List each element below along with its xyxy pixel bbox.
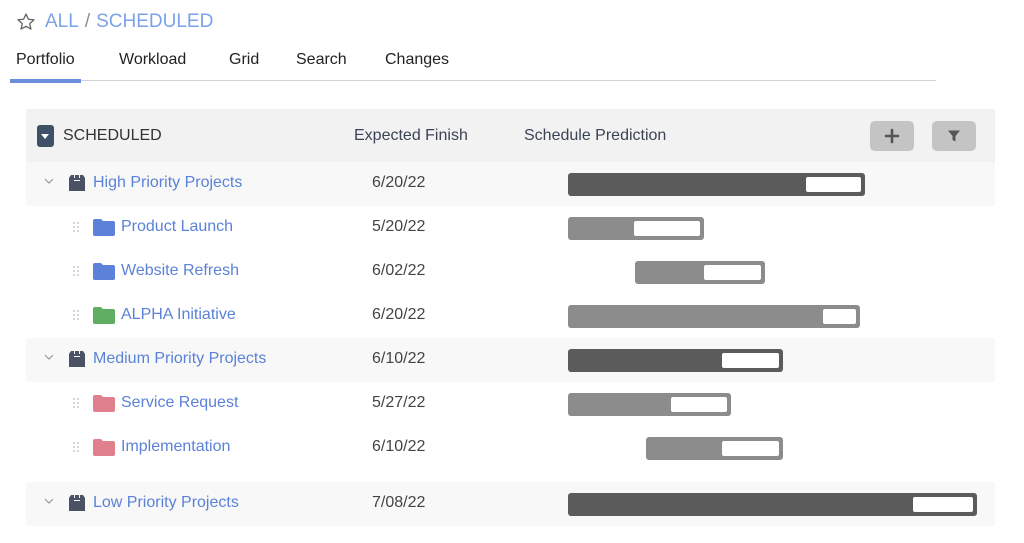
chevron-down-icon[interactable] [44, 496, 54, 506]
breadcrumb-current[interactable]: SCHEDULED [96, 11, 213, 33]
star-icon[interactable] [16, 12, 36, 32]
project-name-link[interactable]: Product Launch [121, 218, 233, 236]
breadcrumb-separator: / [84, 11, 91, 32]
folder-icon [93, 395, 115, 412]
prediction-window [722, 353, 780, 368]
project-name-link[interactable]: Website Refresh [121, 262, 239, 280]
schedule-bar[interactable] [568, 217, 705, 240]
prediction-window [805, 177, 862, 192]
prediction-window [704, 265, 762, 280]
folder-icon [93, 219, 115, 236]
table-title: SCHEDULED [63, 126, 162, 144]
project-name-link[interactable]: ALPHA Initiative [121, 306, 236, 324]
column-schedule-prediction[interactable]: Schedule Prediction [524, 127, 666, 145]
schedule-bar[interactable] [568, 349, 784, 372]
project-name-link[interactable]: Implementation [121, 438, 230, 456]
tab-grid[interactable]: Grid [229, 51, 259, 69]
prediction-window [913, 497, 973, 512]
drag-handle-icon[interactable] [72, 441, 80, 453]
portfolio-box-icon [69, 495, 85, 511]
table-body: High Priority Projects 6/20/22 Product Lau… [26, 162, 995, 526]
schedule-bar[interactable] [646, 437, 784, 460]
expected-finish-date: 5/27/22 [372, 394, 426, 411]
prediction-window [722, 441, 780, 456]
drag-handle-icon[interactable] [72, 265, 80, 277]
folder-icon [93, 307, 115, 324]
column-expected-finish[interactable]: Expected Finish [354, 127, 468, 145]
expected-finish-date: 6/02/22 [372, 262, 426, 279]
breadcrumb-root-link[interactable]: ALL [45, 11, 79, 33]
project-row[interactable]: Website Refresh 6/02/22 [26, 250, 995, 294]
schedule-bar[interactable] [635, 261, 766, 284]
expected-finish-date: 6/10/22 [372, 350, 426, 367]
group-name-link[interactable]: High Priority Projects [93, 174, 242, 192]
drag-handle-icon[interactable] [72, 221, 80, 233]
schedule-bar[interactable] [568, 493, 977, 516]
project-row[interactable]: Product Launch 5/20/22 [26, 206, 995, 250]
folder-icon [93, 263, 115, 280]
chevron-down-icon[interactable] [44, 352, 54, 362]
chevron-down-icon[interactable] [44, 176, 54, 186]
tab-search[interactable]: Search [296, 51, 347, 69]
breadcrumb: ALL / SCHEDULED [16, 9, 213, 35]
group-name-link[interactable]: Medium Priority Projects [93, 350, 266, 368]
portfolio-box-icon [69, 351, 85, 367]
project-row[interactable]: ALPHA Initiative 6/20/22 [26, 294, 995, 338]
group-row[interactable]: Medium Priority Projects 6/10/22 [26, 338, 995, 382]
project-row[interactable]: Service Request 5/27/22 [26, 382, 995, 426]
prediction-window [634, 221, 701, 236]
collapse-toggle-icon[interactable] [37, 125, 54, 147]
tab-workload[interactable]: Workload [119, 51, 186, 69]
expected-finish-date: 7/08/22 [372, 494, 426, 511]
group-name-link[interactable]: Low Priority Projects [93, 494, 239, 512]
expected-finish-date: 5/20/22 [372, 218, 426, 235]
prediction-window [822, 309, 857, 324]
expected-finish-date: 6/20/22 [372, 306, 426, 323]
plus-icon [884, 128, 900, 144]
schedule-bar[interactable] [568, 173, 866, 196]
tab-changes[interactable]: Changes [385, 51, 449, 69]
project-name-link[interactable]: Service Request [121, 394, 238, 412]
filter-icon [948, 130, 960, 142]
tab-bar: Portfolio Workload Grid Search Changes [10, 44, 936, 83]
schedule-bar[interactable] [568, 393, 732, 416]
schedule-bar[interactable] [568, 305, 861, 328]
drag-handle-icon[interactable] [72, 397, 80, 409]
portfolio-box-icon [69, 175, 85, 191]
drag-handle-icon[interactable] [72, 309, 80, 321]
group-row[interactable]: Low Priority Projects 7/08/22 [26, 482, 995, 526]
folder-icon [93, 439, 115, 456]
add-button[interactable] [870, 121, 914, 151]
table-header: SCHEDULED Expected Finish Schedule Predi… [26, 109, 995, 162]
expected-finish-date: 6/10/22 [372, 438, 426, 455]
group-row[interactable]: High Priority Projects 6/20/22 [26, 162, 995, 206]
filter-button[interactable] [932, 121, 976, 151]
tab-portfolio[interactable]: Portfolio [10, 51, 81, 83]
project-row[interactable]: Implementation 6/10/22 [26, 426, 995, 470]
prediction-window [671, 397, 728, 412]
expected-finish-date: 6/20/22 [372, 174, 426, 191]
portfolio-table: SCHEDULED Expected Finish Schedule Predi… [26, 109, 995, 526]
